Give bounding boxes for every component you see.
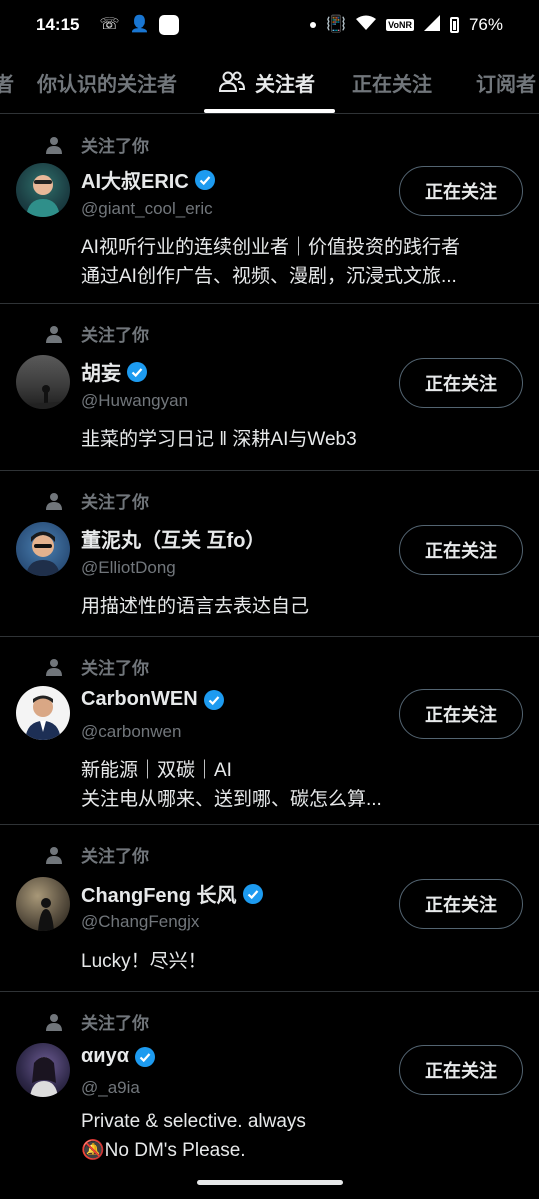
user-handle: @Huwangyan [81, 391, 189, 410]
list-item[interactable]: 关注了你 胡妄 @Huwangyan 韭菜的学习日记 ‖ 深耕AI与Web3 正… [0, 304, 539, 471]
battery-percent: 76% [468, 15, 503, 34]
following-button[interactable]: 正在关注 [399, 1045, 523, 1095]
clock: 14:15 [36, 15, 80, 34]
list-item[interactable]: 关注了你 αиуα @_a9ia Private & selective. al… [0, 992, 539, 1177]
tab-subscribers[interactable]: 订阅者 [476, 50, 536, 113]
verified-badge-icon [127, 361, 147, 382]
gesture-home-bar[interactable] [197, 1180, 343, 1185]
display-name[interactable]: AI大叔ERIC [81, 165, 215, 194]
missed-call-icon: ☏ [99, 16, 120, 33]
notification-dot-icon [310, 22, 317, 28]
follows-you-label: 关注了你 [45, 842, 149, 867]
user-handle: @carbonwen [81, 722, 182, 741]
follows-you-label: 关注了你 [45, 1009, 149, 1034]
signal-icon [423, 15, 440, 35]
user-bio: Private & selective. always 🔕No DM's Ple… [81, 1111, 306, 1161]
following-button[interactable]: 正在关注 [399, 879, 523, 929]
person-icon [46, 846, 62, 864]
user-bio: 新能源｜双碳｜AI 关注电从哪来、送到哪、碳怎么算... [81, 760, 382, 810]
person-icon [46, 658, 62, 676]
display-name[interactable]: 董泥丸（互关 互fo） [81, 524, 265, 553]
avatar[interactable] [16, 163, 70, 217]
follows-you-label: 关注了你 [45, 321, 149, 346]
tab-label: 者 [0, 68, 14, 97]
tab-label: 正在关注 [352, 73, 432, 96]
tab-label: 关注者 [255, 73, 315, 96]
following-button[interactable]: 正在关注 [399, 525, 523, 575]
avatar-illustration [26, 531, 60, 576]
tab-partial[interactable]: 者 [0, 50, 14, 113]
following-button[interactable]: 正在关注 [399, 689, 523, 739]
tab-label: 订阅者 [476, 73, 536, 96]
verified-badge-icon [203, 689, 224, 710]
person-icon [46, 1013, 62, 1031]
vibrate-icon: 📳 [326, 16, 347, 33]
avatar-illustration [25, 695, 61, 740]
tab-label: 你认识的关注者 [37, 73, 177, 96]
avatar[interactable] [16, 686, 70, 740]
people-icon [219, 71, 245, 92]
display-name[interactable]: ChangFeng 长风 [81, 879, 263, 908]
user-bio: AI视听行业的连续创业者｜价值投资的践行者 通过AI创作广告、视频、漫剧，沉浸式… [81, 237, 460, 287]
status-bar: 14:15 ☏ 👤 📳 VoNR 76% [0, 0, 539, 50]
tab-followers-you-know[interactable]: 你认识的关注者 [37, 50, 177, 113]
follows-you-label: 关注了你 [45, 488, 149, 513]
avatar-illustration [30, 1057, 58, 1097]
vonr-badge: VoNR [386, 19, 414, 31]
avatar[interactable] [16, 355, 70, 409]
following-button[interactable]: 正在关注 [399, 358, 523, 408]
person-icon [46, 492, 62, 510]
follows-you-label: 关注了你 [45, 654, 149, 679]
tab-followers[interactable]: 关注者 [219, 50, 315, 113]
verified-badge-icon [135, 1046, 156, 1067]
avatar-illustration [16, 385, 70, 409]
battery-icon [449, 17, 459, 33]
app-notification-icon [159, 15, 180, 35]
list-item[interactable]: 关注了你 AI大叔ERIC @giant_cool_eric AI视听行业的连续… [0, 115, 539, 304]
active-tab-indicator [204, 109, 335, 113]
list-item[interactable]: 关注了你 ChangFeng 长风 @ChangFengjx Lucky！尽兴！… [0, 825, 539, 992]
person-icon [46, 325, 62, 343]
list-item[interactable]: 关注了你 CarbonWEN @carbonwen 新能源｜双碳｜AI 关注电从… [0, 637, 539, 825]
add-contact-icon: 👤 [129, 16, 150, 33]
user-bio: Lucky！尽兴！ [81, 951, 207, 972]
user-handle: @ElliotDong [81, 558, 176, 577]
avatar[interactable] [16, 1043, 70, 1097]
follows-you-label: 关注了你 [45, 132, 149, 157]
display-name[interactable]: CarbonWEN [81, 688, 224, 711]
person-icon [46, 136, 62, 154]
following-button[interactable]: 正在关注 [399, 166, 523, 216]
user-handle: @_a9ia [81, 1078, 140, 1097]
tab-bar: 者 你认识的关注者 关注者 正在关注 订阅者 [0, 50, 539, 114]
follower-list: 关注了你 AI大叔ERIC @giant_cool_eric AI视听行业的连续… [0, 115, 539, 1177]
verified-badge-icon [242, 883, 263, 904]
display-name[interactable]: 胡妄 [81, 357, 147, 386]
user-handle: @ChangFengjx [81, 912, 200, 931]
display-name[interactable]: αиуα [81, 1045, 156, 1068]
list-item[interactable]: 关注了你 董泥丸（互关 互fo） @ElliotDong 用描述性的语言去表达自… [0, 471, 539, 637]
user-handle: @giant_cool_eric [81, 199, 213, 218]
user-bio: 韭菜的学习日记 ‖ 深耕AI与Web3 [81, 429, 357, 450]
avatar[interactable] [16, 877, 70, 931]
avatar[interactable] [16, 522, 70, 576]
user-bio: 用描述性的语言去表达自己 [81, 596, 310, 617]
wifi-icon [356, 15, 377, 35]
verified-badge-icon [194, 169, 215, 190]
tab-following[interactable]: 正在关注 [352, 50, 432, 113]
avatar-illustration [38, 898, 54, 931]
avatar-illustration [26, 175, 60, 217]
